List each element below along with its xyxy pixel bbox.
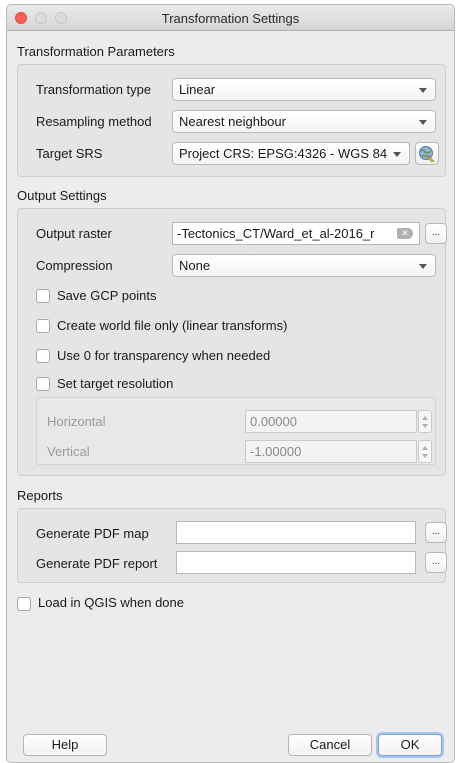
pdf-report-label: Generate PDF report: [36, 556, 158, 571]
transformation-settings-dialog: Transformation Settings Transformation P…: [6, 4, 455, 763]
save-gcp-checkbox[interactable]: [36, 289, 50, 303]
transformation-parameters-group: Transformation type Linear Resampling me…: [17, 64, 446, 177]
vertical-label: Vertical: [47, 444, 90, 459]
globe-icon: [419, 146, 435, 163]
vertical-input[interactable]: -1.00000: [245, 440, 417, 463]
spin-up-icon: [422, 446, 428, 450]
world-file-label[interactable]: Create world file only (linear transform…: [57, 318, 287, 333]
vertical-value: -1.00000: [250, 444, 302, 459]
transparency-checkbox[interactable]: [36, 349, 50, 363]
horizontal-spinner[interactable]: [418, 410, 432, 433]
horizontal-input[interactable]: 0.00000: [245, 410, 417, 433]
window-title: Transformation Settings: [161, 11, 300, 26]
pdf-map-label: Generate PDF map: [36, 526, 149, 541]
select-crs-button[interactable]: [415, 142, 439, 165]
horizontal-value: 0.00000: [250, 414, 297, 429]
target-srs-value: Project CRS: EPSG:4326 - WGS 84: [179, 146, 388, 161]
chevron-down-icon: [419, 264, 427, 269]
help-button[interactable]: Help: [23, 734, 107, 756]
clear-text-icon[interactable]: ✕: [397, 228, 413, 239]
transformation-type-value: Linear: [179, 82, 216, 97]
chevron-down-icon: [393, 152, 401, 157]
transformation-type-label: Transformation type: [36, 82, 152, 97]
resampling-method-label: Resampling method: [36, 114, 152, 129]
horizontal-label: Horizontal: [47, 414, 106, 429]
compression-value: None: [179, 258, 211, 273]
resampling-method-combo[interactable]: Nearest neighbour: [172, 110, 436, 133]
resampling-method-value: Nearest neighbour: [179, 114, 286, 129]
output-raster-browse-button[interactable]: ...: [425, 223, 447, 244]
target-resolution-label[interactable]: Set target resolution: [57, 376, 173, 391]
reports-group: Generate PDF map ... Generate PDF report…: [17, 508, 447, 583]
output-settings-title: Output Settings: [17, 188, 107, 203]
output-raster-label: Output raster: [36, 226, 112, 241]
load-in-qgis-label[interactable]: Load in QGIS when done: [38, 595, 184, 610]
chevron-down-icon: [419, 88, 427, 93]
pdf-report-input[interactable]: [176, 551, 416, 574]
save-gcp-label[interactable]: Save GCP points: [57, 288, 156, 303]
compression-combo[interactable]: None: [172, 254, 436, 277]
transparency-label[interactable]: Use 0 for transparency when needed: [57, 348, 270, 363]
compression-label: Compression: [36, 258, 113, 273]
transformation-type-combo[interactable]: Linear: [172, 78, 436, 101]
spin-up-icon: [422, 416, 428, 420]
ok-button[interactable]: OK: [378, 734, 442, 756]
pdf-map-browse-button[interactable]: ...: [425, 522, 447, 543]
pdf-map-input[interactable]: [176, 521, 416, 544]
target-srs-label: Target SRS: [36, 146, 103, 161]
target-srs-combo[interactable]: Project CRS: EPSG:4326 - WGS 84: [172, 142, 410, 165]
target-resolution-checkbox[interactable]: [36, 377, 50, 391]
reports-title: Reports: [17, 488, 63, 503]
load-in-qgis-checkbox[interactable]: [17, 597, 31, 611]
output-settings-group: Output raster -Tectonics_CT/Ward_et_al-2…: [17, 208, 447, 476]
target-resolution-box: Horizontal 0.00000 Vertical -1.00000: [36, 397, 436, 465]
spin-down-icon: [422, 454, 428, 458]
spin-down-icon: [422, 424, 428, 428]
transformation-parameters-title: Transformation Parameters: [17, 44, 175, 59]
title-bar: Transformation Settings: [7, 5, 454, 31]
output-raster-value: -Tectonics_CT/Ward_et_al-2016_r: [177, 226, 375, 241]
chevron-down-icon: [419, 120, 427, 125]
world-file-checkbox[interactable]: [36, 319, 50, 333]
vertical-spinner[interactable]: [418, 440, 432, 463]
cancel-button[interactable]: Cancel: [288, 734, 372, 756]
output-raster-input[interactable]: -Tectonics_CT/Ward_et_al-2016_r ✕: [172, 222, 420, 245]
pdf-report-browse-button[interactable]: ...: [425, 552, 447, 573]
